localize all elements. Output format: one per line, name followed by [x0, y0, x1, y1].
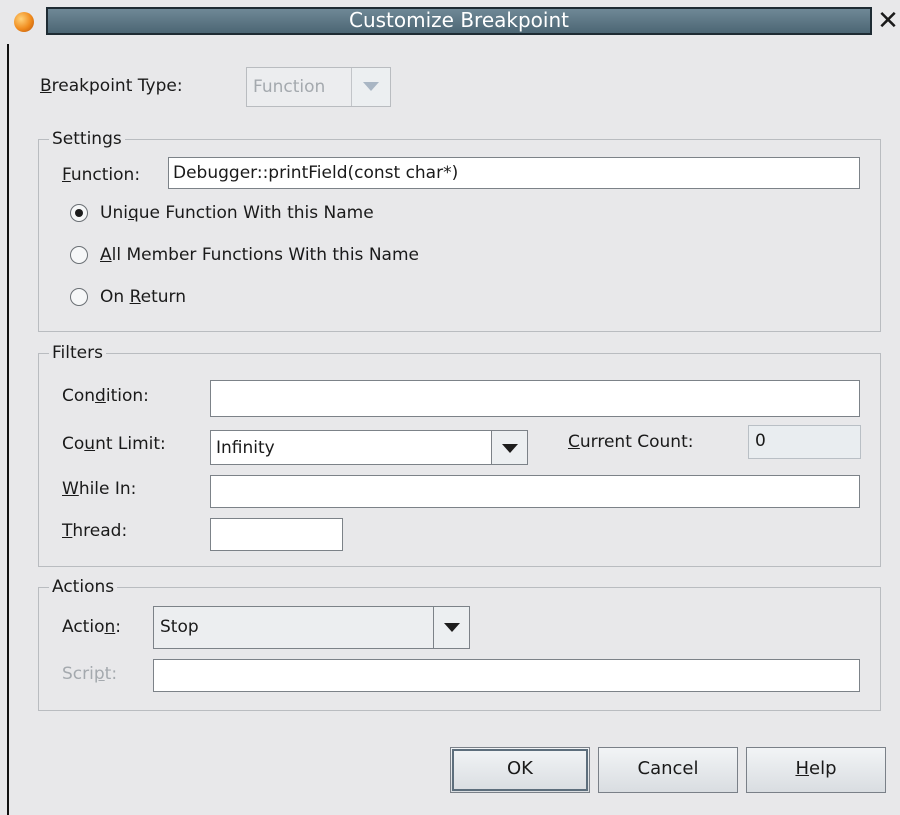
- count-limit-combobox[interactable]: Infinity: [210, 430, 528, 465]
- breakpoint-type-label-mnemonic: B: [40, 76, 52, 96]
- radio-all-label-rest: ll Member Functions With this Name: [111, 245, 419, 265]
- function-label-rest: unction:: [70, 165, 141, 185]
- window-frame-edge: [7, 44, 9, 815]
- actions-group-title: Actions: [49, 577, 118, 597]
- condition-label-part1: Con: [62, 386, 96, 406]
- help-button-mnemonic: H: [795, 758, 810, 779]
- thread-label-mnemonic: T: [62, 521, 73, 541]
- while-in-label: While In:: [62, 479, 136, 499]
- radio-selected-dot: [75, 209, 83, 217]
- condition-label-part2: ition:: [105, 386, 149, 406]
- condition-label: Condition:: [62, 386, 149, 406]
- breakpoint-type-value: Function: [253, 77, 326, 97]
- count-limit-dropdown-button[interactable]: [491, 431, 527, 464]
- close-icon[interactable]: ✕: [876, 7, 900, 37]
- while-in-input[interactable]: [210, 475, 860, 508]
- script-label: Script:: [62, 664, 117, 684]
- radio-on-return[interactable]: [70, 288, 88, 306]
- count-limit-label-mnemonic: u: [84, 434, 96, 454]
- radio-return-label-mnemonic: R: [129, 287, 141, 307]
- filters-group-title: Filters: [49, 343, 106, 363]
- radio-all-member-functions[interactable]: [70, 246, 88, 264]
- breakpoint-type-label-rest: reakpoint Type:: [51, 76, 183, 96]
- breakpoint-type-combobox[interactable]: Function: [246, 67, 391, 107]
- action-label-part2: :: [115, 617, 121, 637]
- current-count-label-mnemonic: C: [568, 432, 580, 452]
- radio-unique-label-part1: Uni: [100, 203, 128, 223]
- while-in-label-mnemonic: W: [62, 479, 79, 499]
- action-value: Stop: [160, 617, 199, 637]
- action-label-mnemonic: n: [104, 617, 116, 637]
- window-title: Customize Breakpoint: [349, 8, 569, 32]
- breakpoint-type-label: Breakpoint Type:: [40, 76, 183, 96]
- script-label-part1: Scri: [62, 664, 94, 684]
- radio-return-label-part1: On: [100, 287, 130, 307]
- current-count-display: 0: [748, 425, 861, 459]
- current-count-label-rest: urrent Count:: [579, 432, 694, 452]
- while-in-label-rest: hile In:: [78, 479, 137, 499]
- app-logo-icon: [14, 12, 34, 32]
- action-combobox[interactable]: Stop: [153, 606, 470, 649]
- script-input[interactable]: [153, 659, 860, 692]
- action-label-part1: Actio: [62, 617, 105, 637]
- count-limit-label: Count Limit:: [62, 434, 166, 454]
- radio-all-member-functions-label[interactable]: All Member Functions With this Name: [100, 245, 419, 265]
- function-input[interactable]: Debugger::printField(const char*): [168, 157, 860, 189]
- condition-label-mnemonic: d: [95, 386, 106, 406]
- breakpoint-type-dropdown-button[interactable]: [351, 68, 390, 106]
- count-limit-value: Infinity: [216, 438, 275, 458]
- radio-unique-label-mnemonic: q: [127, 203, 139, 223]
- count-limit-label-part1: Co: [62, 434, 85, 454]
- script-label-part2: t:: [104, 664, 118, 684]
- function-input-value: Debugger::printField(const char*): [173, 163, 459, 183]
- cancel-button[interactable]: Cancel: [598, 747, 738, 793]
- chevron-down-icon: [363, 82, 379, 91]
- current-count-value: 0: [755, 431, 766, 451]
- condition-input[interactable]: [210, 380, 860, 417]
- script-label-mnemonic: p: [93, 664, 105, 684]
- radio-unique-function-label[interactable]: Unique Function With this Name: [100, 203, 374, 223]
- chevron-down-icon: [444, 623, 460, 632]
- radio-unique-label-part2: ue Function With this Name: [138, 203, 374, 223]
- function-label-mnemonic: F: [62, 165, 71, 185]
- radio-unique-function[interactable]: [70, 204, 88, 222]
- current-count-label: Current Count:: [568, 432, 693, 452]
- radio-all-label-mnemonic: A: [100, 245, 112, 265]
- help-button-rest: elp: [809, 758, 837, 779]
- action-dropdown-button[interactable]: [433, 607, 469, 648]
- ok-button[interactable]: OK: [450, 747, 590, 793]
- settings-group-title: Settings: [49, 129, 125, 149]
- thread-input[interactable]: [210, 518, 343, 551]
- help-button[interactable]: Help: [746, 747, 886, 793]
- count-limit-label-part2: nt Limit:: [95, 434, 166, 454]
- action-label: Action:: [62, 617, 121, 637]
- thread-label: Thread:: [62, 521, 127, 541]
- radio-on-return-label[interactable]: On Return: [100, 287, 186, 307]
- radio-return-label-part2: eturn: [140, 287, 186, 307]
- function-label: Function:: [62, 165, 140, 185]
- chevron-down-icon: [502, 444, 518, 453]
- thread-label-rest: hread:: [72, 521, 128, 541]
